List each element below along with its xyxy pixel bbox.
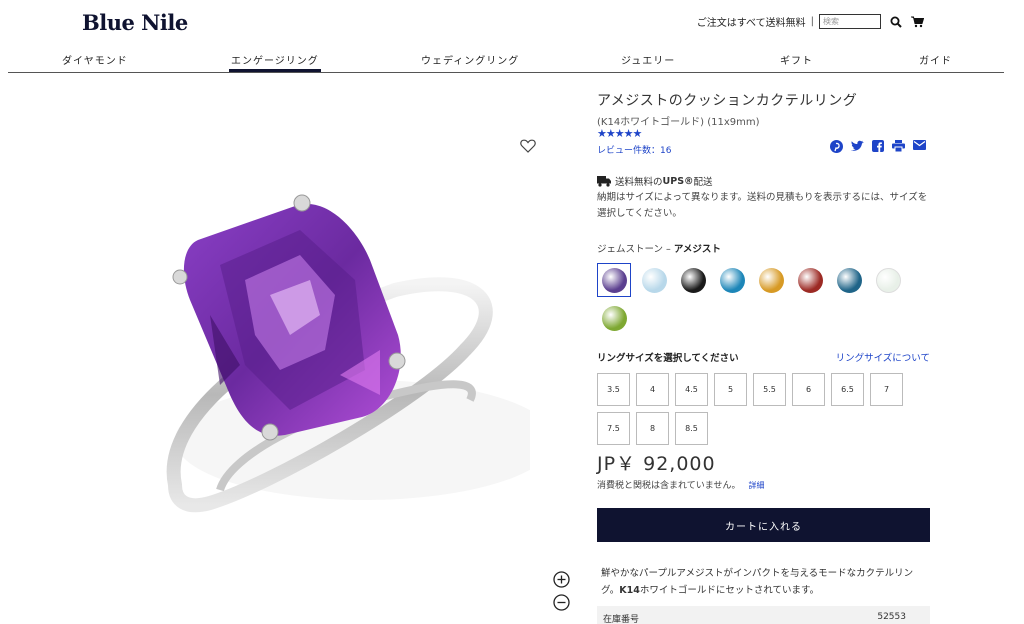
nav-item-wedding-rings[interactable]: ウェディングリング [421, 52, 519, 67]
free-shipping-link[interactable]: ご注文はすべて送料無料 [697, 14, 806, 29]
product-description: 鮮やかなパープルアメジストがインパクトを与えるモードなカクテルリング。K14ホワ… [601, 565, 927, 599]
gem-option-peridot[interactable] [597, 301, 631, 335]
size-option[interactable]: 8 [636, 412, 669, 445]
shipping-suffix: 配送 [693, 177, 713, 188]
ring-size-label: リングサイズを選択してください [597, 353, 739, 364]
facebook-icon[interactable] [872, 140, 884, 153]
nav-divider [8, 72, 1004, 73]
heart-icon[interactable] [520, 138, 536, 157]
size-option[interactable]: 6 [792, 373, 825, 406]
size-option[interactable]: 6.5 [831, 373, 864, 406]
size-option[interactable]: 4.5 [675, 373, 708, 406]
size-option[interactable]: 8.5 [675, 412, 708, 445]
gem-swatch [836, 267, 862, 293]
gem-swatch [601, 267, 627, 293]
gem-option-opal[interactable] [871, 263, 905, 297]
gem-option-citrine[interactable] [754, 263, 788, 297]
ring-size-guide-link[interactable]: リングサイズについて [836, 350, 930, 364]
gem-option-garnet[interactable] [793, 263, 827, 297]
nav-item-engagement-rings[interactable]: エンゲージリング [229, 52, 321, 72]
shipping-note: 納期はサイズによって異なります。送料の見積もりを表示するには、サイズを選択してく… [597, 192, 928, 219]
gem-swatch [875, 267, 901, 293]
separator: | [810, 16, 814, 27]
size-option[interactable]: 3.5 [597, 373, 630, 406]
tax-detail-link[interactable]: 詳細 [748, 481, 764, 490]
twitter-icon[interactable] [851, 140, 864, 153]
gem-swatch [797, 267, 823, 293]
gem-option-amethyst[interactable] [597, 263, 631, 297]
tax-note-text: 消費税と関税は含まれていません。 [597, 481, 741, 491]
search-icon[interactable] [890, 16, 902, 28]
sku-label: 在庫番号 [603, 615, 640, 624]
gem-option-swiss-blue-topaz[interactable] [715, 263, 749, 297]
gem-option-london-blue-topaz[interactable] [832, 263, 866, 297]
shipping-info: 送料無料の UPS® 配送 [597, 174, 713, 188]
shipping-prefix: 送料無料の [615, 177, 663, 188]
product-subtitle: (K14ホワイトゴールド) (11x9mm) [597, 117, 760, 128]
shipping-carrier: UPS® [662, 175, 694, 187]
cart-icon[interactable] [911, 16, 924, 28]
tax-note: 消費税と関税は含まれていません。 詳細 [597, 478, 764, 491]
email-icon[interactable] [913, 140, 926, 153]
pinterest-icon[interactable] [830, 140, 843, 153]
share-icons [830, 140, 926, 153]
nav-item-jewelry[interactable]: ジュエリー [621, 52, 675, 67]
description-suffix: ホワイトゴールドにセットされています。 [639, 585, 820, 596]
gem-swatch [601, 305, 627, 331]
gem-swatch [719, 267, 745, 293]
sku-value: 52553 [877, 612, 906, 622]
product-title: アメジストのクッションカクテルリング [597, 93, 858, 109]
zoom-in-icon[interactable] [553, 571, 570, 592]
logo[interactable]: Blue Nile [82, 10, 188, 35]
search-input[interactable]: 検索 [819, 14, 881, 29]
nav-item-diamonds[interactable]: ダイヤモンド [62, 52, 128, 67]
utility-bar: ご注文はすべて送料無料 | 検索 [697, 14, 924, 29]
product-price: JP￥ 92,000 [597, 453, 716, 475]
size-option[interactable]: 7.5 [597, 412, 630, 445]
gemstone-label: ジェムストーン – アメジスト [597, 241, 721, 255]
nav-item-guide[interactable]: ガイド [919, 52, 952, 67]
main-nav: ダイヤモンド エンゲージリング ウェディングリング ジュエリー ギフト ガイド [0, 46, 1024, 73]
size-option[interactable]: 5.5 [753, 373, 786, 406]
add-to-cart-button[interactable]: カートに入れる [597, 508, 930, 542]
description-metal: K14 [619, 585, 640, 596]
zoom-out-icon[interactable] [553, 594, 570, 615]
gemstone-selected: アメジスト [673, 244, 721, 255]
size-option[interactable]: 4 [636, 373, 669, 406]
truck-icon [597, 175, 611, 187]
gem-option-black-onyx[interactable] [676, 263, 710, 297]
size-option[interactable]: 5 [714, 373, 747, 406]
gem-swatch [680, 267, 706, 293]
product-image [150, 185, 555, 549]
gem-swatch [758, 267, 784, 293]
sku-row: 在庫番号 52553 [597, 606, 930, 624]
review-count-link[interactable]: レビュー件数：16 [597, 143, 671, 156]
print-icon[interactable] [892, 140, 905, 153]
nav-item-gifts[interactable]: ギフト [780, 52, 813, 67]
rating-stars[interactable]: ★★★★★ [597, 128, 642, 140]
gemstone-label-text: ジェムストーン – [597, 244, 671, 255]
gem-option-aquamarine[interactable] [637, 263, 671, 297]
gem-swatch [641, 267, 667, 293]
size-option[interactable]: 7 [870, 373, 903, 406]
